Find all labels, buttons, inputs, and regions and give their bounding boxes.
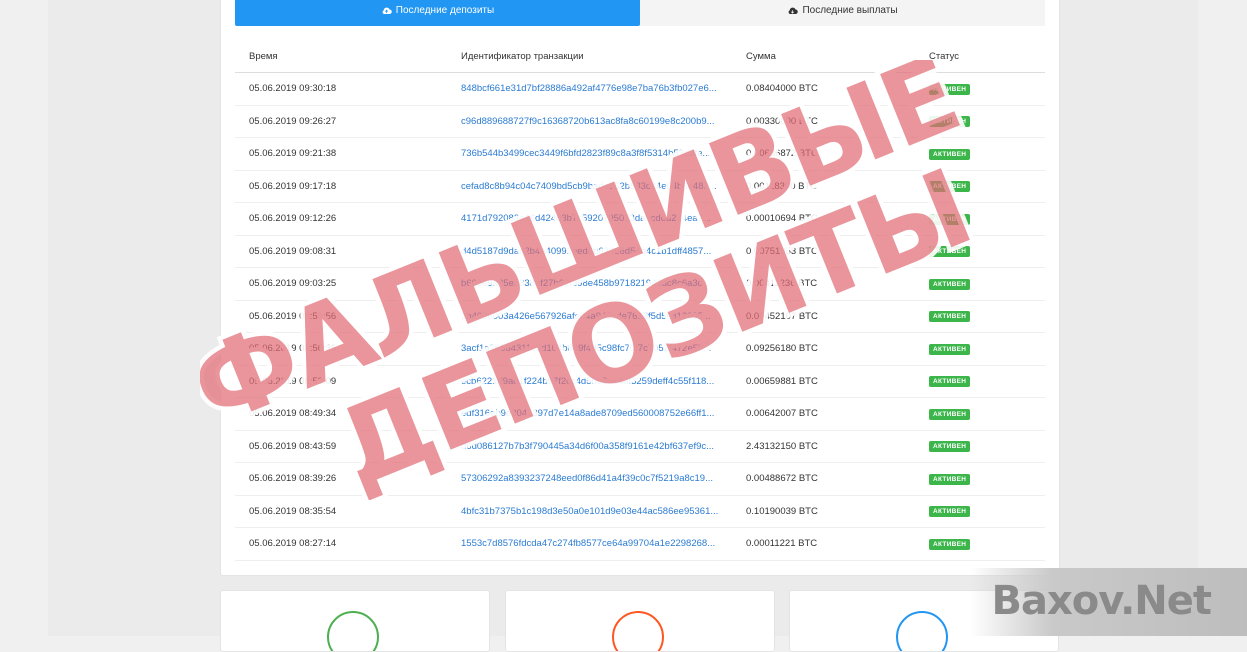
- cloud-upload-icon: [382, 7, 392, 14]
- table-row: 05.06.2019 08:56:35 3acf1a26564311c5d104b…: [235, 332, 1045, 366]
- table-row: 05.06.2019 09:26:27 c96d889688727f9c16368…: [235, 105, 1045, 138]
- transaction-id-link[interactable]: edf316eb9e2041397d7e14a8ade8709ed5600087…: [461, 408, 714, 419]
- column-header-amount: Сумма: [732, 40, 915, 73]
- row-time: 05.06.2019 09:21:38: [235, 137, 447, 171]
- transaction-id-link[interactable]: 848bcf661e31d7bf28886a492af4776e98e7ba76…: [461, 83, 717, 94]
- status-badge: АКТИВЕН: [929, 538, 971, 550]
- row-amount: 0.00118300 BTC: [732, 170, 915, 203]
- table-row: 05.06.2019 08:39:26 57306292a8393237248ee…: [235, 462, 1045, 496]
- transaction-id-link[interactable]: d6d086127b7b3f790445a34d6f00a358f9161e42…: [461, 441, 714, 452]
- status-badge: АКТИВЕН: [929, 376, 971, 388]
- row-amount: 0.00751953 BTC: [732, 235, 915, 268]
- transaction-id-link[interactable]: ecb6221d9ad1f224b97f2cc4d5be8ae4af3259de…: [461, 376, 714, 387]
- status-badge: АКТИВЕН: [929, 181, 971, 193]
- row-amount: 0.10190039 BTC: [732, 495, 915, 528]
- stopwatch-icon: [612, 611, 664, 651]
- transaction-id-link[interactable]: 3b4036003a426e567926afe04a943cde7613f5d5…: [461, 311, 711, 322]
- tabs: Последние депозиты Последние выплаты: [235, 0, 1045, 26]
- transaction-id-link[interactable]: c96d889688727f9c16368720b613ac8fa8c60199…: [461, 116, 715, 127]
- transaction-id-link[interactable]: d4d5187d9dad2b4a40992eed6b633e6d54b4c1b1…: [461, 246, 711, 257]
- brand-watermark: Baxov.Net: [970, 568, 1247, 636]
- column-header-transaction-id: Идентификатор транзакции: [447, 40, 732, 73]
- brand-text: Baxov.Net: [991, 578, 1212, 624]
- transaction-id-link[interactable]: 57306292a8393237248eed0f86d41a4f39c0c7f5…: [461, 473, 713, 484]
- table-row: 05.06.2019 09:12:26 4171d792083a46d424d3b…: [235, 202, 1045, 236]
- transaction-id-link[interactable]: b606e9a85e5338af27b62f398e458b971821943d…: [461, 278, 711, 289]
- transaction-id-link[interactable]: 4171d792083a46d424d3b7c5920795013da9cded…: [461, 213, 711, 224]
- transaction-id-link[interactable]: 4bfc31b7375b1c198d3e50a0e101d9e03e44ac58…: [461, 506, 718, 517]
- row-time: 05.06.2019 08:49:34: [235, 397, 447, 431]
- status-badge: АКТИВЕН: [929, 213, 971, 225]
- table-row: 05.06.2019 08:49:34 edf316eb9e2041397d7e1…: [235, 397, 1045, 431]
- feature-card-clipboard: [220, 590, 490, 652]
- feature-card-stopwatch: [505, 590, 775, 652]
- row-amount: 2.43132150 BTC: [732, 430, 915, 463]
- status-badge: АКТИВЕН: [929, 343, 971, 355]
- table-row: 05.06.2019 09:03:25 b606e9a85e5338af27b62…: [235, 267, 1045, 301]
- cloud-download-icon: [789, 7, 799, 14]
- table-row: 05.06.2019 08:27:14 1553c7d8576fdcda47c27…: [235, 527, 1045, 561]
- table-row: 05.06.2019 09:17:18 cefad8c8b94c04c7409bd…: [235, 170, 1045, 203]
- status-badge: АКТИВЕН: [929, 246, 971, 258]
- table-header-row: Время Идентификатор транзакции Сумма Ста…: [235, 40, 1045, 73]
- table-row: 05.06.2019 08:59:56 3b4036003a426e567926a…: [235, 300, 1045, 333]
- row-amount: 0.00010694 BTC: [732, 202, 915, 236]
- row-time: 05.06.2019 09:26:27: [235, 105, 447, 138]
- status-badge: АКТИВЕН: [929, 83, 971, 95]
- column-header-time: Время: [235, 40, 447, 73]
- table-row: 05.06.2019 08:53:09 ecb6221d9ad1f224b97f2…: [235, 365, 1045, 398]
- transaction-id-link[interactable]: 3acf1a26564311c5d104b849f4d5c98fc70f7c70…: [461, 343, 711, 354]
- transactions-table: Время Идентификатор транзакции Сумма Ста…: [235, 40, 1045, 561]
- row-time: 05.06.2019 09:30:18: [235, 72, 447, 106]
- row-time: 05.06.2019 08:59:56: [235, 300, 447, 333]
- row-time: 05.06.2019 08:27:14: [235, 527, 447, 561]
- transactions-body: 05.06.2019 09:30:18 848bcf661e31d7bf28886…: [235, 72, 1045, 561]
- row-amount: 0.00011221 BTC: [732, 527, 915, 561]
- tab-label: Последние выплаты: [802, 5, 898, 16]
- table-row: 05.06.2019 09:21:38 736b544b3499cec3449f6…: [235, 137, 1045, 171]
- clipboard-icon: [327, 611, 379, 651]
- row-time: 05.06.2019 09:08:31: [235, 235, 447, 268]
- status-badge: АКТИВЕН: [929, 116, 971, 128]
- row-amount: 0.09256180 BTC: [732, 332, 915, 366]
- row-amount: 0.00411236 BTC: [732, 267, 915, 301]
- row-time: 05.06.2019 09:12:26: [235, 202, 447, 236]
- status-badge: АКТИВЕН: [929, 441, 971, 453]
- status-badge: АКТИВЕН: [929, 311, 971, 323]
- transaction-id-link[interactable]: 1553c7d8576fdcda47c274fb8577ce64a99704a1…: [461, 538, 715, 549]
- tab-recent-deposits[interactable]: Последние депозиты: [235, 0, 640, 26]
- transaction-id-link[interactable]: cefad8c8b94c04c7409bd5cb9baded52b533c24e…: [461, 181, 717, 192]
- status-badge: АКТИВЕН: [929, 148, 971, 160]
- row-time: 05.06.2019 08:43:59: [235, 430, 447, 463]
- table-row: 05.06.2019 08:43:59 d6d086127b7b3f790445a…: [235, 430, 1045, 463]
- row-time: 05.06.2019 09:03:25: [235, 267, 447, 301]
- row-time: 05.06.2019 08:56:35: [235, 332, 447, 366]
- column-header-status: Статус: [915, 40, 1045, 73]
- row-time: 05.06.2019 08:53:09: [235, 365, 447, 398]
- tab-label: Последние депозиты: [395, 5, 495, 16]
- status-badge: АКТИВЕН: [929, 473, 971, 485]
- row-time: 05.06.2019 09:17:18: [235, 170, 447, 203]
- status-badge: АКТИВЕН: [929, 278, 971, 290]
- table-row: 05.06.2019 09:30:18 848bcf661e31d7bf28886…: [235, 72, 1045, 106]
- tab-recent-payouts[interactable]: Последние выплаты: [640, 0, 1045, 26]
- row-amount: 0.00659881 BTC: [732, 365, 915, 398]
- row-time: 05.06.2019 08:35:54: [235, 495, 447, 528]
- status-badge: АКТИВЕН: [929, 408, 971, 420]
- row-time: 05.06.2019 08:39:26: [235, 462, 447, 496]
- table-row: 05.06.2019 08:35:54 4bfc31b7375b1c198d3e5…: [235, 495, 1045, 528]
- table-row: 05.06.2019 09:08:31 d4d5187d9dad2b4a40992…: [235, 235, 1045, 268]
- row-amount: 0.00452107 BTC: [732, 300, 915, 333]
- row-amount: 0.08404000 BTC: [732, 72, 915, 106]
- transactions-card: Последние депозиты Последние выплаты Вре…: [220, 0, 1060, 576]
- row-amount: 0.00636872 BTC: [732, 137, 915, 171]
- row-amount: 0.00330000 BTC: [732, 105, 915, 138]
- row-amount: 0.00642007 BTC: [732, 397, 915, 431]
- row-amount: 0.00488672 BTC: [732, 462, 915, 496]
- transaction-id-link[interactable]: 736b544b3499cec3449f6bfd2823f89c8a3f8f53…: [461, 148, 710, 159]
- monitor-icon: [896, 611, 948, 651]
- status-badge: АКТИВЕН: [929, 506, 971, 518]
